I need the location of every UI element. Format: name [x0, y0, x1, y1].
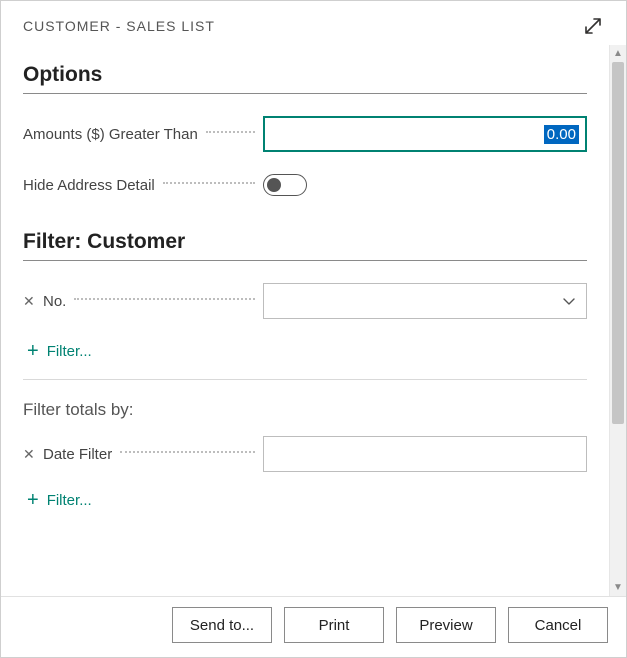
label-date-filter: Date Filter	[43, 446, 112, 463]
cancel-button[interactable]: Cancel	[508, 607, 608, 643]
scroll-down-icon[interactable]: ▼	[610, 579, 626, 596]
label-hide-address-detail: Hide Address Detail	[23, 177, 155, 194]
add-filter-label: Filter...	[47, 343, 92, 360]
divider	[23, 379, 587, 380]
label-amounts-greater-than: Amounts ($) Greater Than	[23, 126, 198, 143]
chevron-down-icon	[562, 294, 576, 308]
remove-filter-icon[interactable]: ✕	[23, 293, 39, 310]
add-filter-label: Filter...	[47, 492, 92, 509]
toggle-hide-address-detail[interactable]	[263, 174, 307, 196]
input-amounts-value: 0.00	[544, 125, 579, 144]
row-hide-address-detail: Hide Address Detail	[23, 174, 587, 196]
preview-button[interactable]: Preview	[396, 607, 496, 643]
dotted-leader	[206, 131, 255, 133]
section-heading-options: Options	[23, 63, 587, 87]
scroll-up-icon[interactable]: ▲	[610, 45, 626, 62]
dotted-leader	[120, 451, 255, 453]
expand-icon[interactable]	[582, 15, 604, 37]
dialog-footer: Send to... Print Preview Cancel	[1, 596, 626, 657]
dotted-leader	[74, 298, 255, 300]
dialog-body: Options Amounts ($) Greater Than 0.00 Hi…	[1, 45, 609, 596]
label-no: No.	[43, 293, 66, 310]
print-button[interactable]: Print	[284, 607, 384, 643]
select-no[interactable]	[263, 283, 587, 319]
send-to-button[interactable]: Send to...	[172, 607, 272, 643]
titlebar: CUSTOMER - SALES LIST	[1, 1, 626, 45]
toggle-knob	[267, 178, 281, 192]
dialog-customer-sales-list: CUSTOMER - SALES LIST Options Amounts ($…	[0, 0, 627, 658]
scroll-thumb[interactable]	[612, 62, 624, 424]
scroll-track[interactable]	[610, 62, 626, 579]
dialog-title: CUSTOMER - SALES LIST	[23, 18, 215, 34]
divider	[23, 93, 587, 94]
plus-icon: +	[27, 490, 39, 510]
remove-filter-icon[interactable]: ✕	[23, 446, 39, 463]
row-date-filter: ✕ Date Filter	[23, 436, 587, 472]
divider	[23, 260, 587, 261]
plus-icon: +	[27, 341, 39, 361]
vertical-scrollbar[interactable]: ▲ ▼	[609, 45, 626, 596]
add-filter-customer[interactable]: + Filter...	[27, 341, 587, 361]
input-date-filter[interactable]	[263, 436, 587, 472]
section-heading-filter-customer: Filter: Customer	[23, 230, 587, 254]
dotted-leader	[163, 182, 255, 184]
section-heading-filter-totals: Filter totals by:	[23, 400, 587, 420]
row-filter-no: ✕ No.	[23, 283, 587, 319]
input-amounts-greater-than[interactable]: 0.00	[263, 116, 587, 152]
row-amounts-greater-than: Amounts ($) Greater Than 0.00	[23, 116, 587, 152]
add-filter-totals[interactable]: + Filter...	[27, 490, 587, 510]
